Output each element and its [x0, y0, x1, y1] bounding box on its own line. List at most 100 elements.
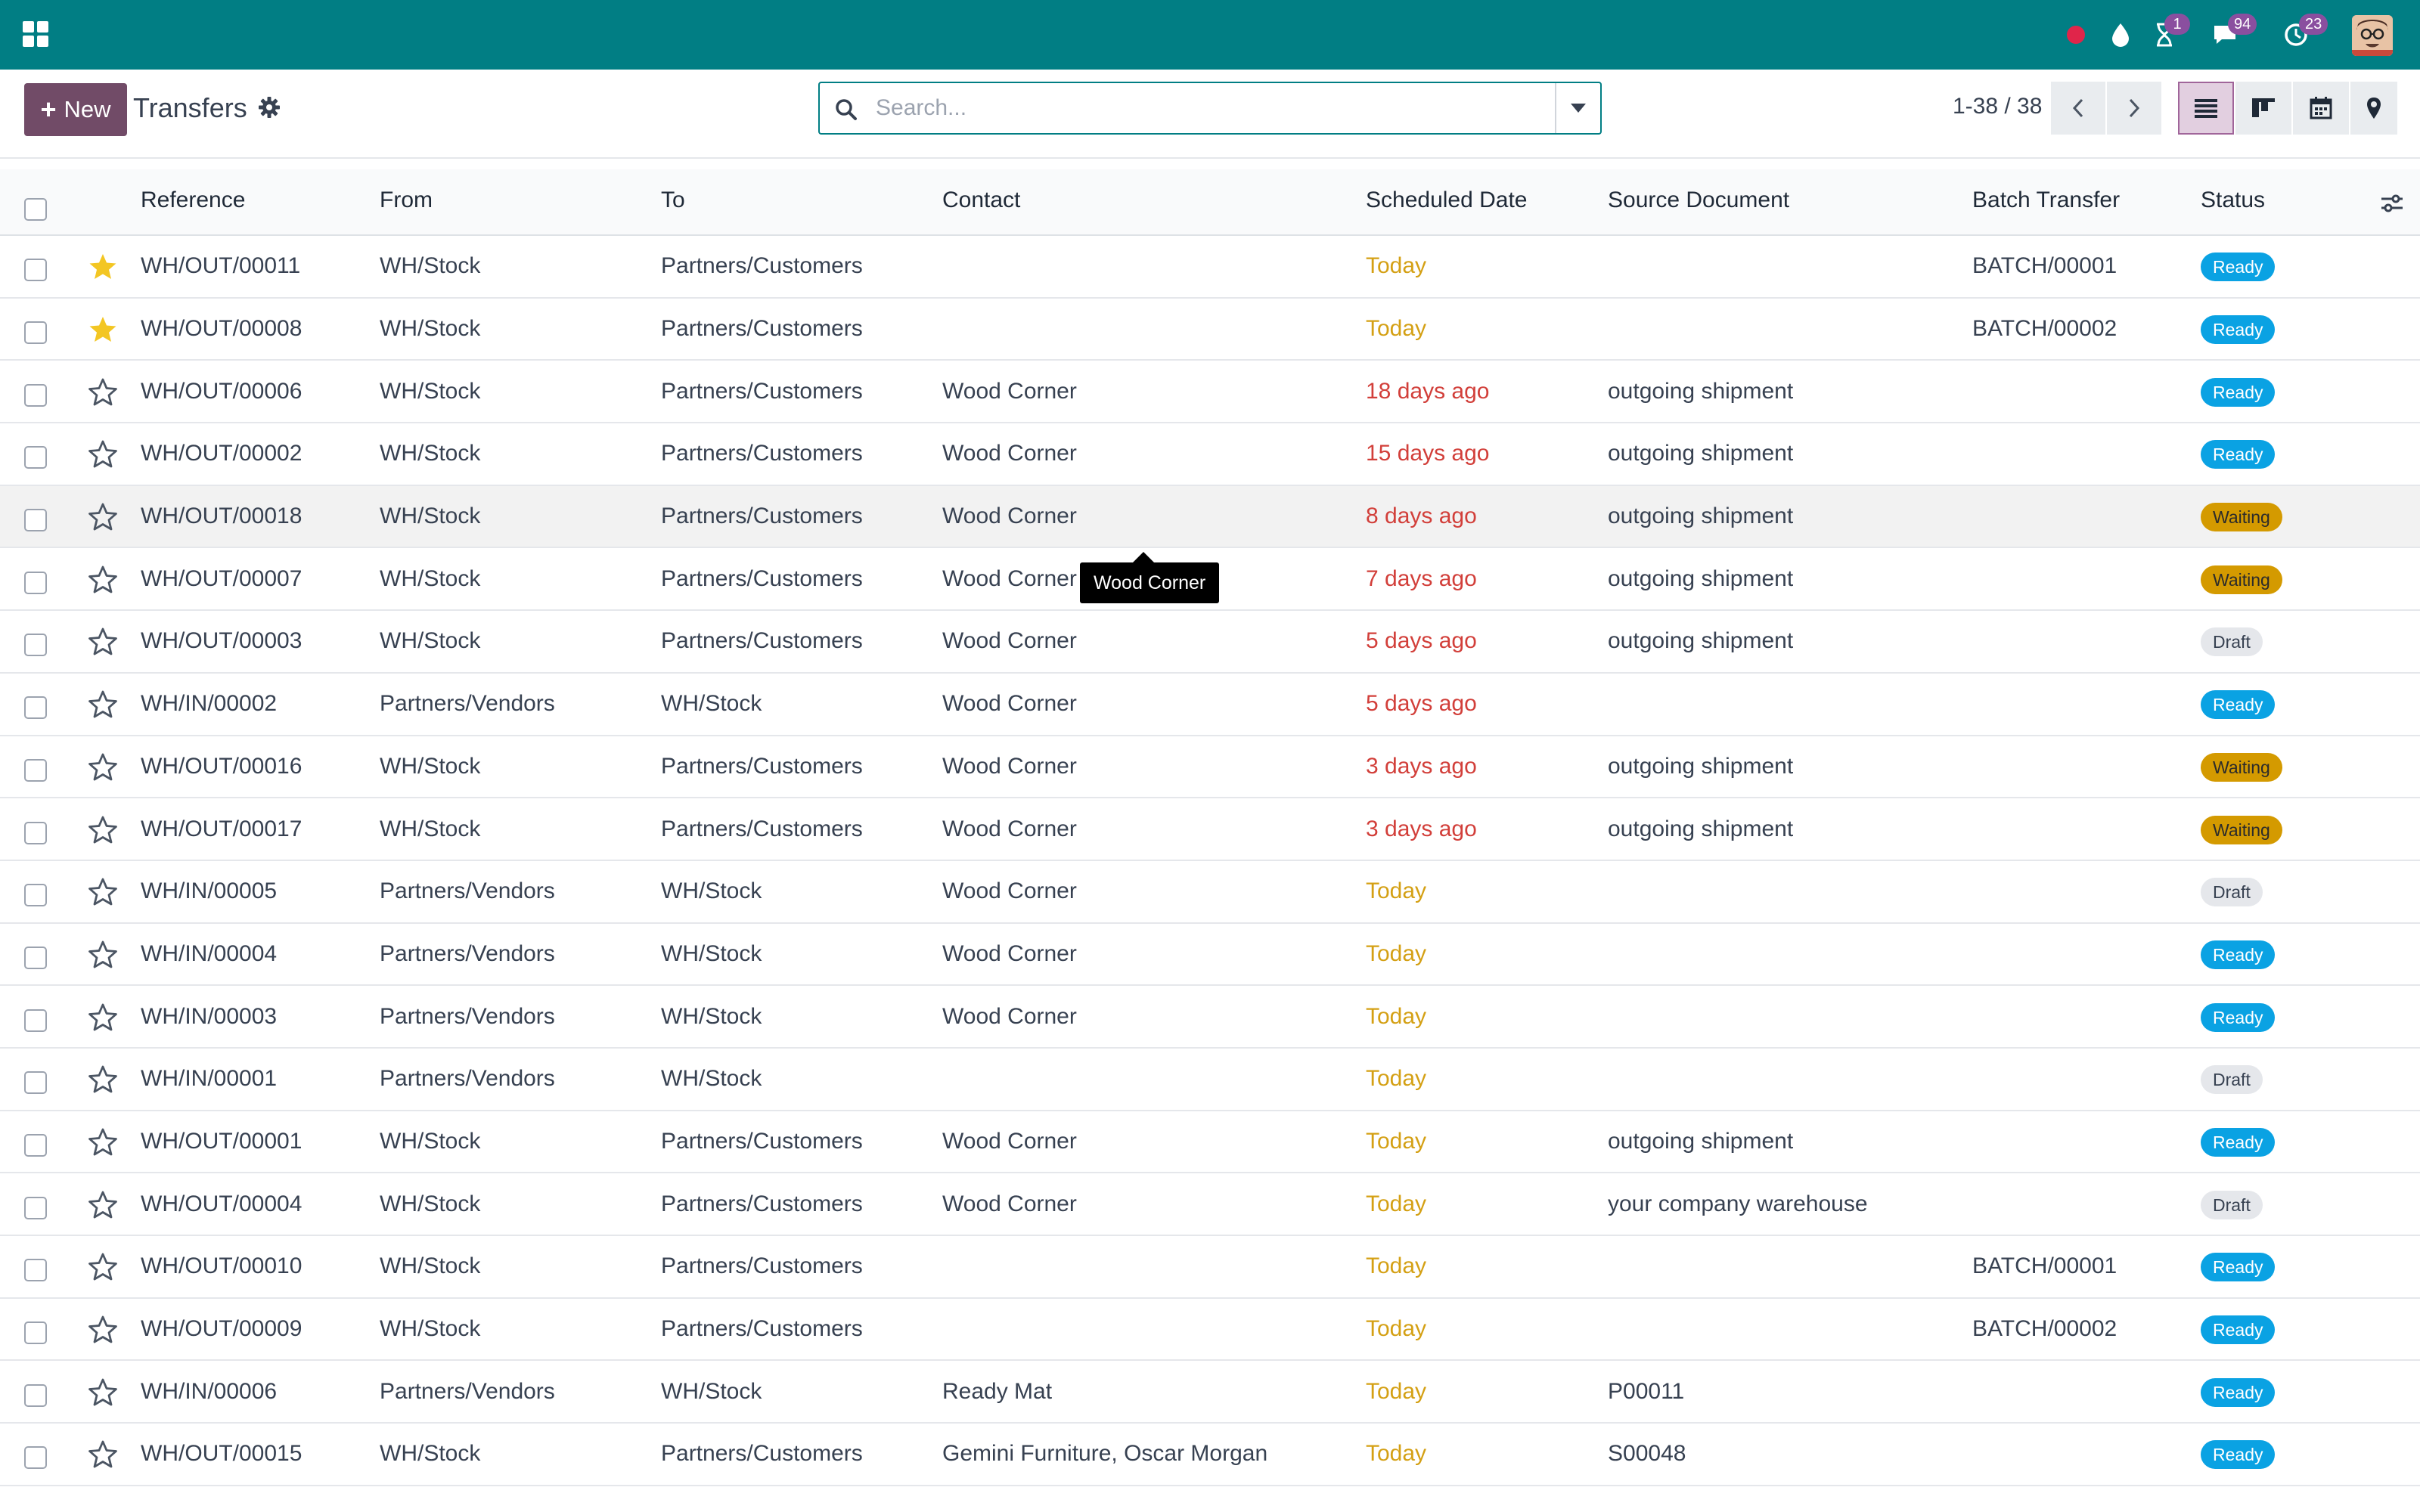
row-checkbox[interactable] [24, 509, 47, 532]
column-header-reference[interactable]: Reference [141, 187, 245, 213]
search-icon [836, 99, 857, 120]
column-header-contact[interactable]: Contact [942, 187, 1020, 213]
list-view-button[interactable] [2178, 82, 2234, 135]
status-badge: Ready [2201, 690, 2276, 720]
column-header-batch-transfer[interactable]: Batch Transfer [1972, 187, 2120, 213]
table-row[interactable]: WH/OUT/00003 WH/Stock Partners/Customers Wo… [0, 611, 2420, 674]
row-checkbox[interactable] [24, 446, 47, 469]
table-row[interactable]: WH/IN/00005 Partners/Vendors WH/Stock Wood … [0, 860, 2420, 924]
droplet-icon[interactable] [2105, 20, 2136, 50]
row-checkbox[interactable] [24, 1196, 47, 1219]
map-view-button[interactable] [2350, 82, 2397, 135]
cell-scheduled-date: Today [1366, 1441, 1427, 1467]
table-row[interactable]: WH/OUT/00006 WH/Stock Partners/Customers Wo… [0, 361, 2420, 424]
table-row[interactable]: WH/OUT/00009 WH/Stock Partners/Customers To… [0, 1298, 2420, 1362]
star-outline-icon[interactable] [88, 877, 118, 907]
gear-icon[interactable] [257, 95, 281, 119]
star-outline-icon[interactable] [88, 1315, 118, 1345]
cell-source-document: outgoing shipment [1608, 628, 1794, 654]
row-checkbox[interactable] [24, 321, 47, 345]
star-filled-icon[interactable] [88, 252, 118, 282]
table-row[interactable]: WH/OUT/00015 WH/Stock Partners/Customers Ge… [0, 1424, 2420, 1486]
table-row[interactable]: WH/OUT/00001 WH/Stock Partners/Customers Wo… [0, 1111, 2420, 1174]
cell-scheduled-date: Today [1366, 316, 1427, 342]
cell-contact: Wood Corner [942, 691, 1077, 717]
status-badge: Ready [2201, 1127, 2276, 1157]
table-row[interactable]: WH/OUT/00010 WH/Stock Partners/Customers To… [0, 1236, 2420, 1299]
cell-from: WH/Stock [380, 1316, 481, 1342]
table-row[interactable]: WH/OUT/00016 WH/Stock Partners/Customers Wo… [0, 736, 2420, 799]
cell-to: Partners/Customers [661, 1441, 863, 1467]
row-checkbox[interactable] [24, 1133, 47, 1157]
column-header-to[interactable]: To [661, 187, 685, 213]
apps-grid-icon[interactable] [23, 21, 48, 47]
table-row[interactable]: WH/OUT/00002 WH/Stock Partners/Customers Wo… [0, 423, 2420, 486]
row-checkbox[interactable] [24, 1071, 47, 1095]
star-outline-icon[interactable] [88, 1190, 118, 1220]
row-checkbox[interactable] [24, 571, 47, 594]
star-outline-icon[interactable] [88, 815, 118, 845]
column-header-source-document[interactable]: Source Document [1608, 187, 1789, 213]
star-outline-icon[interactable] [88, 502, 118, 532]
star-outline-icon[interactable] [88, 1002, 118, 1033]
row-checkbox[interactable] [24, 758, 47, 782]
row-checkbox[interactable] [24, 1321, 47, 1345]
avatar[interactable] [2352, 15, 2393, 56]
cell-from: WH/Stock [380, 1128, 481, 1154]
star-outline-icon[interactable] [88, 377, 118, 407]
cell-contact: Wood Corner [942, 628, 1077, 654]
star-outline-icon[interactable] [88, 565, 118, 595]
search-options-toggle[interactable] [1555, 83, 1600, 133]
new-button[interactable]: + New [24, 83, 127, 136]
column-header-scheduled-date[interactable]: Scheduled Date [1366, 187, 1528, 213]
table-row[interactable]: WH/OUT/00008 WH/Stock Partners/Customers To… [0, 298, 2420, 361]
star-outline-icon[interactable] [88, 1439, 118, 1470]
row-checkbox[interactable] [24, 1259, 47, 1282]
select-all-checkbox[interactable] [24, 198, 47, 221]
table-row[interactable]: WH/IN/00001 Partners/Vendors WH/Stock Today… [0, 1048, 2420, 1111]
row-checkbox[interactable] [24, 1009, 47, 1032]
star-outline-icon[interactable] [88, 1252, 118, 1282]
star-outline-icon[interactable] [88, 1127, 118, 1157]
row-checkbox[interactable] [24, 259, 47, 282]
row-checkbox[interactable] [24, 383, 47, 407]
table-row[interactable]: WH/IN/00002 Partners/Vendors WH/Stock Wood … [0, 673, 2420, 736]
column-header-status[interactable]: Status [2201, 187, 2265, 213]
table-row[interactable]: WH/IN/00006 Partners/Vendors WH/Stock Ready… [0, 1361, 2420, 1424]
cell-from: WH/Stock [380, 503, 481, 529]
table-row[interactable]: WH/OUT/00018 WH/Stock Partners/Customers Wo… [0, 485, 2420, 549]
row-checkbox[interactable] [24, 1383, 47, 1407]
row-checkbox[interactable] [24, 946, 47, 969]
star-filled-icon[interactable] [88, 314, 118, 345]
star-outline-icon[interactable] [88, 627, 118, 657]
row-checkbox[interactable] [24, 696, 47, 720]
status-badge: Waiting [2201, 503, 2282, 532]
calendar-view-button[interactable] [2293, 82, 2349, 135]
status-badge: Ready [2201, 440, 2276, 469]
kanban-view-button[interactable] [2235, 82, 2291, 135]
pager-next-button[interactable] [2107, 82, 2161, 135]
star-outline-icon[interactable] [88, 1064, 118, 1095]
cell-source-document: outgoing shipment [1608, 753, 1794, 779]
status-badge: Ready [2201, 315, 2276, 345]
table-row[interactable]: WH/OUT/00011 WH/Stock Partners/Customers To… [0, 236, 2420, 299]
star-outline-icon[interactable] [88, 1377, 118, 1408]
star-outline-icon[interactable] [88, 940, 118, 970]
sliders-icon[interactable] [2379, 191, 2405, 216]
star-outline-icon[interactable] [88, 752, 118, 782]
table-row[interactable]: WH/IN/00003 Partners/Vendors WH/Stock Wood … [0, 986, 2420, 1049]
pager-value[interactable]: 1-38 / 38 [1953, 94, 2042, 119]
star-outline-icon[interactable] [88, 689, 118, 720]
table-row[interactable]: WH/IN/00004 Partners/Vendors WH/Stock Wood … [0, 923, 2420, 987]
star-outline-icon[interactable] [88, 439, 118, 469]
row-checkbox[interactable] [24, 884, 47, 907]
row-checkbox[interactable] [24, 634, 47, 657]
search-input[interactable] [876, 91, 1526, 125]
row-checkbox[interactable] [24, 821, 47, 844]
column-header-from[interactable]: From [380, 187, 433, 213]
row-checkbox[interactable] [24, 1446, 47, 1470]
pager-previous-button[interactable] [2051, 82, 2105, 135]
table-row[interactable]: WH/OUT/00017 WH/Stock Partners/Customers Wo… [0, 798, 2420, 861]
table-row[interactable]: WH/OUT/00004 WH/Stock Partners/Customers Wo… [0, 1173, 2420, 1236]
record-dot-icon[interactable] [2067, 26, 2085, 44]
